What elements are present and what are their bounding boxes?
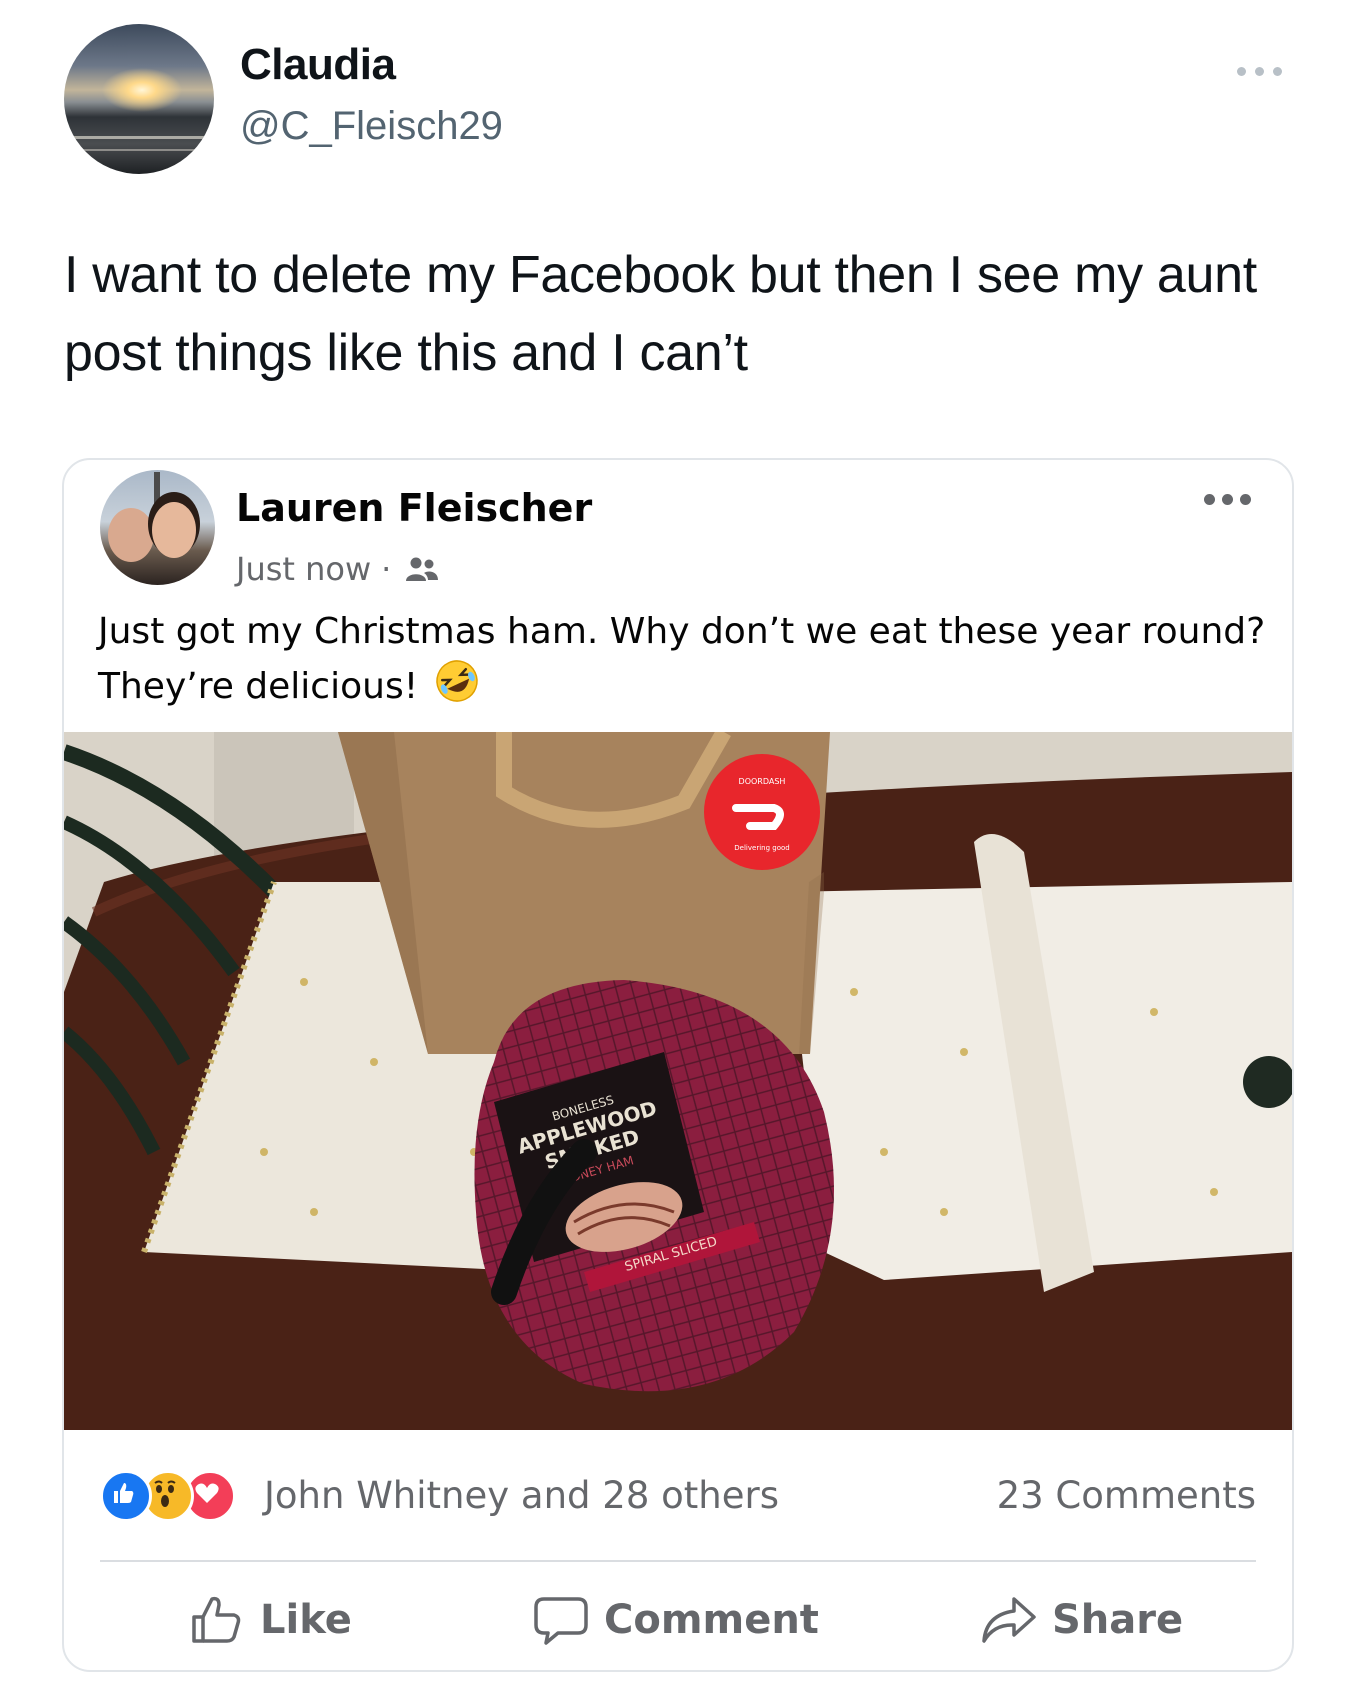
avatar-person-1 xyxy=(108,508,154,562)
friends-icon xyxy=(406,557,439,581)
thumbs-up-icon xyxy=(192,1596,241,1643)
doordash-sticker-bottom-text: Delivering good xyxy=(734,844,789,852)
avatar-rail-detail xyxy=(64,136,214,139)
doordash-sticker-top-text: DOORDASH xyxy=(739,777,786,786)
tweet-more-options-icon[interactable] xyxy=(1237,64,1287,78)
fb-comment-label: Comment xyxy=(604,1597,819,1643)
fb-share-label: Share xyxy=(1052,1597,1184,1643)
tweet-author-name[interactable]: Claudia xyxy=(240,40,396,90)
tweet-author-handle[interactable]: @C_Fleisch29 xyxy=(240,104,503,149)
fb-author-avatar[interactable] xyxy=(100,470,215,585)
fb-meta-separator: · xyxy=(381,550,392,588)
fb-like-button[interactable]: Like xyxy=(188,1590,352,1650)
avatar-rail-detail-2 xyxy=(64,149,214,151)
avatar-person-2 xyxy=(152,502,196,558)
fb-post-text: Just got my Christmas ham. Why don’t we … xyxy=(98,606,1268,713)
fb-share-button[interactable]: Share xyxy=(980,1590,1183,1650)
facebook-post-card: Lauren Fleischer Just now · Just got my … xyxy=(62,458,1294,1672)
fb-post-text-content: Just got my Christmas ham. Why don’t we … xyxy=(98,611,1266,707)
fb-timestamp[interactable]: Just now xyxy=(236,550,371,588)
fb-reaction-icons[interactable] xyxy=(100,1470,236,1522)
rolling-on-floor-laughing-emoji-icon xyxy=(435,660,478,702)
tweet-text: I want to delete my Facebook but then I … xyxy=(64,246,1257,382)
share-arrow-icon xyxy=(982,1597,1036,1643)
eiffel-tower-detail xyxy=(154,472,160,506)
fb-post-photo[interactable]: DOORDASH Delivering good BONELESS APPLEW… xyxy=(64,732,1292,1430)
fb-reaction-summary[interactable]: John Whitney and 28 others xyxy=(264,1474,779,1517)
fb-like-label: Like xyxy=(260,1597,352,1643)
fb-actions-divider xyxy=(100,1560,1256,1562)
fb-post-meta: Just now · xyxy=(236,550,439,588)
like-reaction-icon xyxy=(100,1470,152,1522)
fb-comment-button[interactable]: Comment xyxy=(532,1590,819,1650)
tweet-author-avatar[interactable] xyxy=(64,24,214,174)
fb-more-options-icon[interactable] xyxy=(1204,492,1254,508)
fb-comments-count[interactable]: 23 Comments xyxy=(997,1474,1256,1517)
fb-author-name[interactable]: Lauren Fleischer xyxy=(236,486,592,530)
comment-bubble-icon xyxy=(534,1597,588,1645)
